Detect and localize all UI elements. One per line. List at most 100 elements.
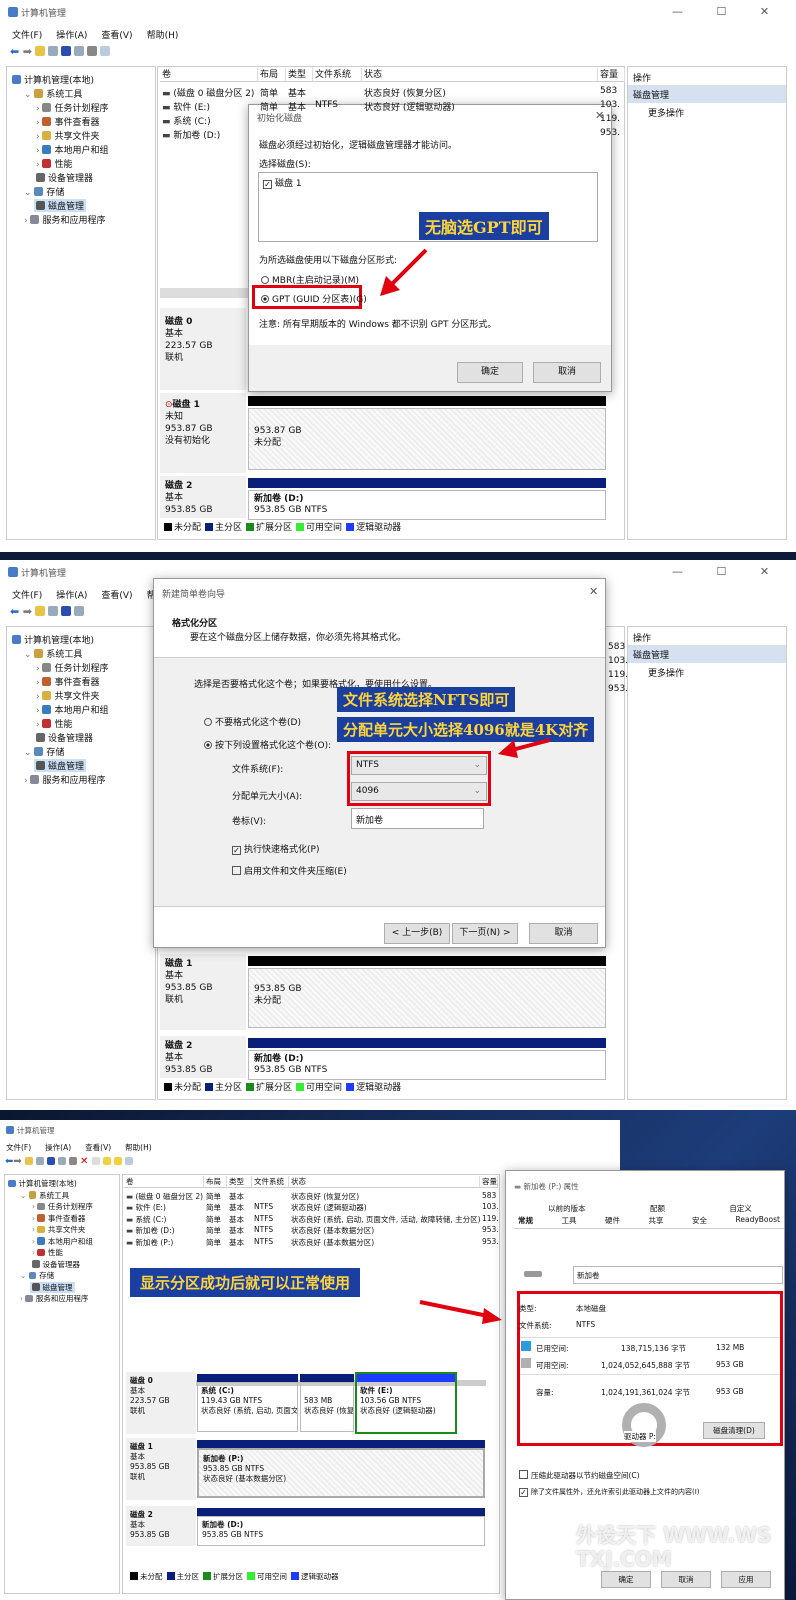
tree-item[interactable]: 设备管理器 bbox=[34, 171, 95, 184]
tree-node-icon bbox=[42, 117, 52, 126]
tab-sharing[interactable]: 共享 bbox=[649, 1215, 664, 1226]
volume-name-cell[interactable]: ▬ 新加卷 (D:) bbox=[162, 128, 258, 141]
expand-chevron-icon[interactable]: ⌄ bbox=[24, 90, 34, 100]
tree-item[interactable]: ⌄ 存储 bbox=[18, 1270, 56, 1281]
column-header-4[interactable]: 状态 bbox=[362, 68, 598, 82]
tree-item[interactable]: ⌄ 系统工具 bbox=[18, 1190, 71, 1201]
expand-chevron-icon[interactable]: ⌄ bbox=[24, 650, 34, 660]
column-header-5[interactable]: 容量 bbox=[598, 68, 625, 82]
actions-header: 操作 bbox=[628, 630, 786, 646]
tree-item[interactable]: 计算机管理(本地) bbox=[10, 73, 96, 86]
expand-chevron-icon[interactable]: ⌄ bbox=[20, 1271, 29, 1280]
compress-drive-checkbox[interactable]: 压缩此驱动器以节约磁盘空间(C) bbox=[519, 1470, 640, 1481]
tree-item[interactable]: 磁盘管理 bbox=[30, 1281, 75, 1293]
tree-item[interactable]: › 事件查看器 bbox=[30, 1213, 87, 1224]
capacity-bytes: 1,024,191,361,024 字节 bbox=[601, 1388, 690, 1397]
more-actions-link[interactable]: 更多操作 bbox=[648, 666, 684, 679]
capacity-label: 容量: bbox=[536, 1388, 554, 1397]
tree-item[interactable]: › 服务和应用程序 bbox=[22, 213, 107, 226]
volume-name: 软件 (E:) bbox=[173, 103, 210, 114]
volume-name-cell[interactable]: ▬ 新加卷 (P:) bbox=[126, 1237, 204, 1248]
disk-cleanup-button[interactable]: 磁盘清理(D) bbox=[703, 1422, 765, 1439]
tab-quota[interactable]: 配额 bbox=[650, 1203, 665, 1214]
tree-item[interactable]: › 本地用户和组 bbox=[34, 703, 110, 716]
tab-security[interactable]: 安全 bbox=[692, 1215, 707, 1226]
volume-name-cell[interactable]: ▬ 软件 (E:) bbox=[162, 100, 258, 113]
tree-item[interactable]: ⌄ 系统工具 bbox=[22, 647, 84, 660]
column-header-0[interactable]: 卷 bbox=[124, 1176, 204, 1188]
tree-item[interactable]: › 性能 bbox=[30, 1247, 65, 1258]
index-content-checkbox[interactable]: ✓ 除了文件属性外，还允许索引此驱动器上文件的内容(I) bbox=[519, 1487, 700, 1497]
actions-section-disk-management[interactable]: 磁盘管理 bbox=[628, 646, 786, 663]
legend-swatch bbox=[346, 523, 355, 531]
tree-item[interactable]: › 共享文件夹 bbox=[30, 1224, 87, 1235]
checkbox-icon[interactable] bbox=[519, 1470, 528, 1479]
volume-name-cell[interactable]: ▬ (磁盘 0 磁盘分区 2) bbox=[126, 1191, 204, 1202]
tab-readyboost[interactable]: ReadyBoost bbox=[736, 1215, 780, 1226]
tree-item[interactable]: 磁盘管理 bbox=[34, 759, 87, 772]
tree-item[interactable]: › 共享文件夹 bbox=[34, 689, 101, 702]
tab-customize[interactable]: 自定义 bbox=[729, 1203, 752, 1214]
tree-item[interactable]: › 服务和应用程序 bbox=[18, 1293, 90, 1304]
tree-node-icon bbox=[37, 1248, 45, 1256]
legend-swatch bbox=[291, 1572, 299, 1580]
column-header-3[interactable]: 文件系统 bbox=[313, 68, 362, 82]
tree-item[interactable]: ⌄ 系统工具 bbox=[22, 87, 84, 100]
expand-chevron-icon[interactable]: ⌄ bbox=[24, 748, 34, 758]
volume-name-input[interactable]: 新加卷 bbox=[573, 1266, 783, 1284]
tab-general[interactable]: 常规 bbox=[518, 1215, 533, 1226]
column-header-4[interactable]: 状态 bbox=[289, 1176, 480, 1188]
column-header-1[interactable]: 布局 bbox=[204, 1176, 227, 1188]
free-size: 953 GB bbox=[716, 1360, 744, 1369]
divider bbox=[520, 1337, 780, 1338]
expand-chevron-icon[interactable]: ⌄ bbox=[24, 188, 34, 198]
column-header-3[interactable]: 文件系统 bbox=[252, 1176, 289, 1188]
ok-button[interactable]: 确定 bbox=[601, 1571, 651, 1588]
volume-name-cell[interactable]: ▬ (磁盘 0 磁盘分区 2) bbox=[162, 86, 258, 99]
tree-item[interactable]: › 服务和应用程序 bbox=[22, 773, 107, 786]
volume-name-cell[interactable]: ▬ 系统 (C:) bbox=[162, 114, 258, 127]
tree-item[interactable]: › 性能 bbox=[34, 157, 74, 170]
column-header-0[interactable]: 卷 bbox=[160, 68, 258, 82]
tab-tools[interactable]: 工具 bbox=[562, 1215, 577, 1226]
legend-swatch bbox=[296, 523, 305, 531]
tab-hardware[interactable]: 硬件 bbox=[605, 1215, 620, 1226]
tree-item[interactable]: 计算机管理(本地) bbox=[6, 1178, 79, 1189]
cancel-button[interactable]: 取消 bbox=[661, 1571, 711, 1588]
apply-button[interactable]: 应用 bbox=[721, 1571, 771, 1588]
tree-item[interactable]: › 任务计划程序 bbox=[30, 1201, 95, 1212]
column-header-1[interactable]: 布局 bbox=[258, 68, 286, 82]
tree-item[interactable]: › 本地用户和组 bbox=[30, 1236, 95, 1247]
column-header-5[interactable]: 容量 bbox=[480, 1176, 498, 1188]
tab-previous-versions[interactable]: 以前的版本 bbox=[548, 1203, 586, 1214]
expand-chevron-icon[interactable]: ⌄ bbox=[20, 1191, 29, 1200]
actions-section-disk-management[interactable]: 磁盘管理 bbox=[628, 86, 786, 103]
tree-item[interactable]: 计算机管理(本地) bbox=[10, 633, 96, 646]
tree-item[interactable]: 设备管理器 bbox=[30, 1259, 82, 1270]
tree-item[interactable]: › 任务计划程序 bbox=[34, 101, 110, 114]
used-bytes: 138,715,136 字节 bbox=[621, 1344, 687, 1353]
used-label: 已用空间: bbox=[536, 1344, 569, 1353]
volume-name-cell[interactable]: ▬ 系统 (C:) bbox=[126, 1214, 204, 1225]
tree-item[interactable]: › 事件查看器 bbox=[34, 115, 101, 128]
table-cell: 103. bbox=[482, 1202, 498, 1212]
column-header-2[interactable]: 类型 bbox=[286, 68, 313, 82]
tree-item[interactable]: › 本地用户和组 bbox=[34, 143, 110, 156]
tree-item[interactable]: 设备管理器 bbox=[34, 731, 95, 744]
tree-item[interactable]: 磁盘管理 bbox=[34, 199, 87, 212]
tree-item[interactable]: ⌄ 存储 bbox=[22, 185, 66, 198]
volume-name-cell[interactable]: ▬ 新加卷 (D:) bbox=[126, 1225, 204, 1236]
tree-item[interactable]: › 事件查看器 bbox=[34, 675, 101, 688]
more-actions-link[interactable]: 更多操作 bbox=[648, 106, 684, 119]
tree-node-icon bbox=[37, 1237, 45, 1245]
volume-name-cell[interactable]: ▬ 软件 (E:) bbox=[126, 1202, 204, 1213]
tree-item[interactable]: › 性能 bbox=[34, 717, 74, 730]
legend-swatch bbox=[164, 1083, 172, 1091]
table-cell: 简单 bbox=[206, 1226, 221, 1236]
checkbox-icon[interactable]: ✓ bbox=[519, 1488, 528, 1497]
column-header-2[interactable]: 类型 bbox=[227, 1176, 252, 1188]
tree-item[interactable]: ⌄ 存储 bbox=[22, 745, 66, 758]
table-cell: 基本 bbox=[288, 103, 307, 114]
tree-item[interactable]: › 任务计划程序 bbox=[34, 661, 110, 674]
tree-item[interactable]: › 共享文件夹 bbox=[34, 129, 101, 142]
